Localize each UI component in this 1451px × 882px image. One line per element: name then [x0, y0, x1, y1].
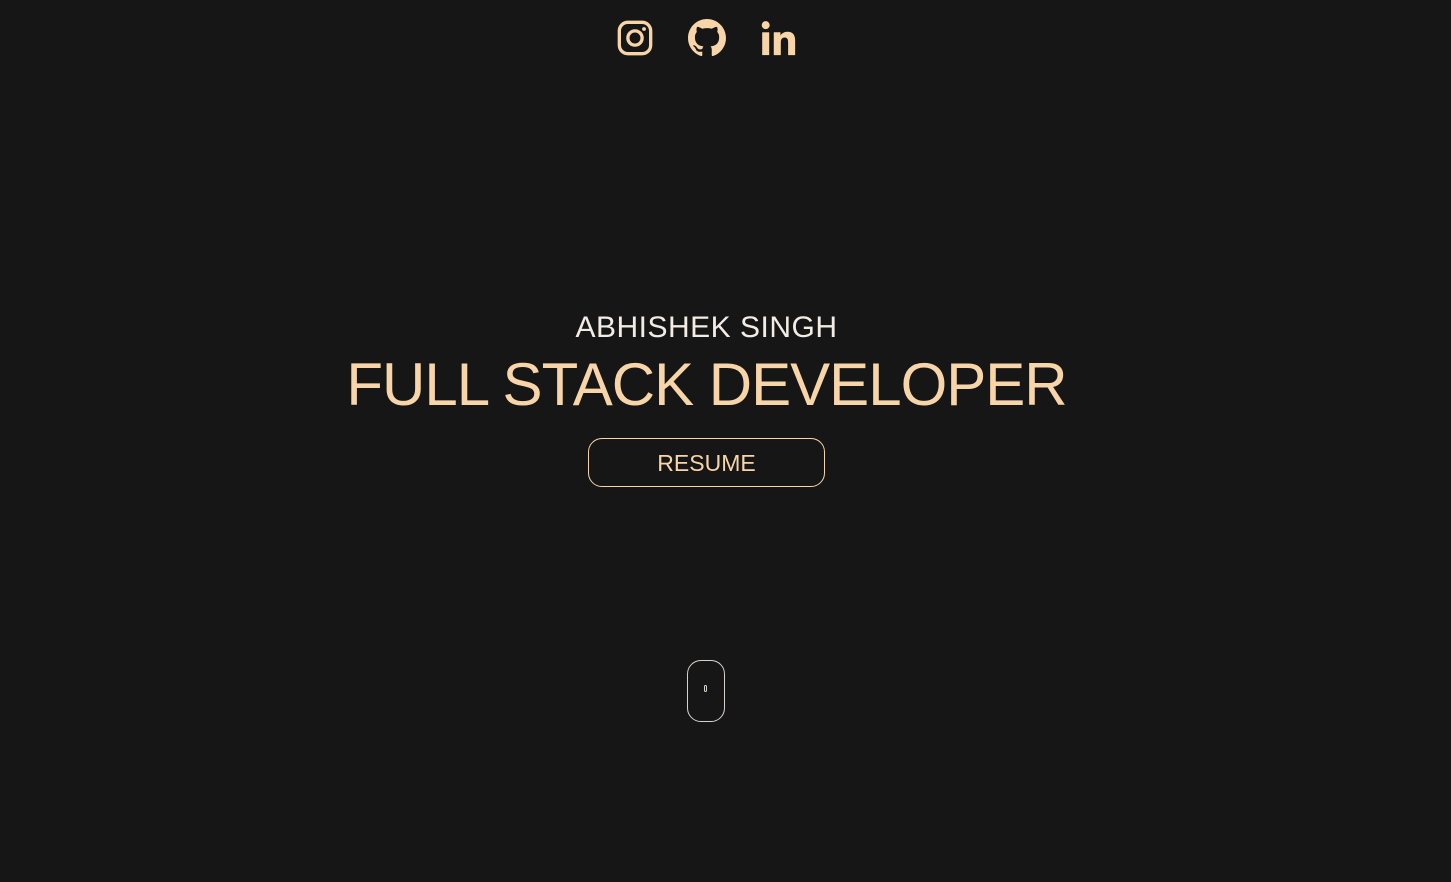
instagram-link[interactable] — [616, 18, 654, 58]
social-links — [0, 18, 1413, 58]
mouse-wheel — [704, 685, 707, 692]
job-title: FULL STACK DEVELOPER — [346, 351, 1067, 418]
linkedin-link[interactable] — [760, 18, 798, 58]
hero-section: ABHISHEK SINGH FULL STACK DEVELOPER RESU… — [0, 308, 1413, 487]
instagram-icon — [617, 20, 652, 56]
scroll-indicator-mouse-icon — [687, 660, 725, 722]
github-icon — [687, 19, 726, 57]
linkedin-icon — [761, 21, 795, 56]
page: ABHISHEK SINGH FULL STACK DEVELOPER RESU… — [0, 0, 1451, 882]
developer-name: ABHISHEK SINGH — [575, 311, 838, 344]
github-link[interactable] — [687, 18, 726, 58]
resume-button[interactable]: RESUME — [588, 438, 825, 487]
